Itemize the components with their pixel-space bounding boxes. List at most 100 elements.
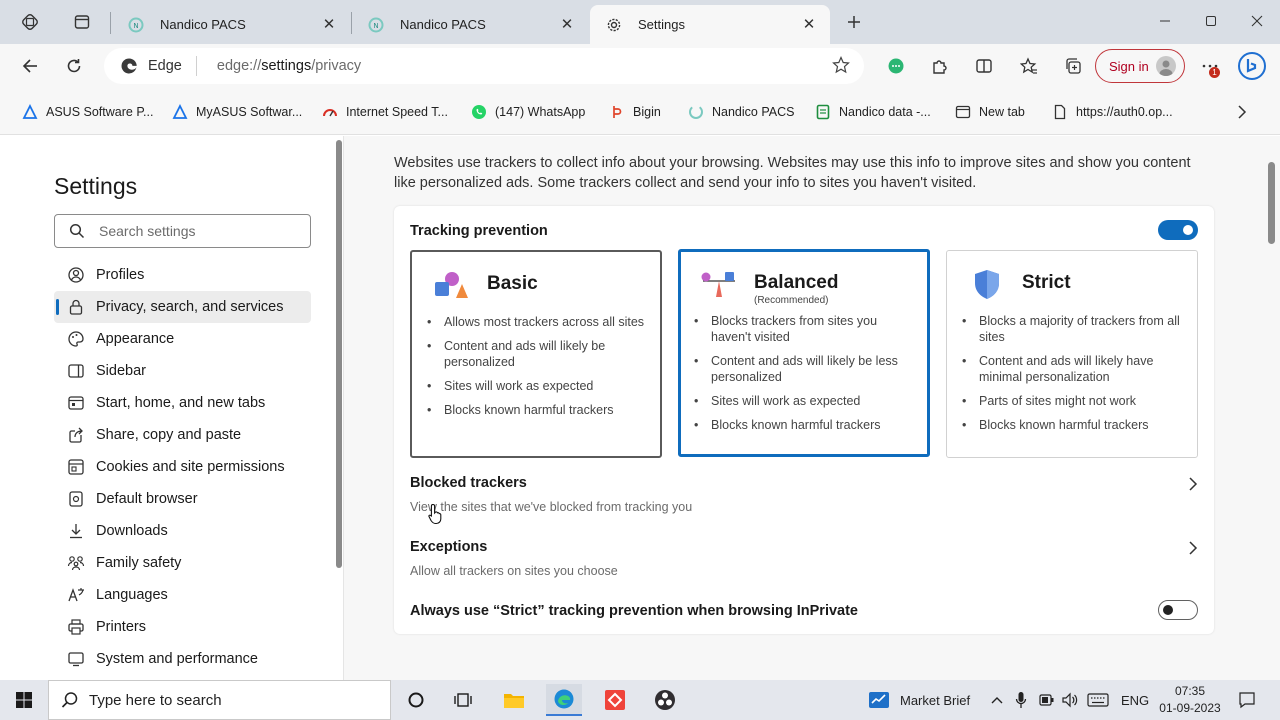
bigin-icon [609, 104, 625, 120]
languages-icon [66, 585, 86, 605]
tab-nandico-1[interactable]: N Nandico PACS ✕ [112, 5, 350, 44]
language-indicator[interactable]: ENG [1121, 680, 1149, 720]
battery-icon[interactable] [1039, 680, 1055, 720]
bookmark-speed-test[interactable]: Internet Speed T... [322, 103, 448, 121]
show-hidden-icons-icon[interactable] [990, 680, 1004, 720]
tracking-prevention-card: Tracking prevention Basic Allows most tr… [394, 206, 1214, 634]
bookmark-auth0[interactable]: https://auth0.op... [1052, 103, 1173, 121]
main-scrollbar[interactable] [1268, 162, 1275, 244]
extensions-icon[interactable] [924, 50, 956, 82]
tab-settings[interactable]: Settings ✕ [590, 5, 830, 44]
privacy-settings-panel: Websites use trackers to collect info ab… [344, 136, 1280, 680]
edge-taskbar-icon[interactable] [546, 684, 582, 716]
sign-in-button[interactable]: Sign in [1095, 49, 1185, 83]
bing-copilot-icon[interactable] [1236, 50, 1268, 82]
search-placeholder: Search settings [99, 223, 196, 239]
sidebar-item-privacy[interactable]: Privacy, search, and services [54, 291, 311, 323]
balanced-scale-icon [701, 272, 735, 297]
mouse-cursor-icon [428, 503, 442, 525]
sidebar-item-cookies[interactable]: Cookies and site permissions [54, 451, 311, 483]
appearance-icon [66, 329, 86, 349]
obs-icon[interactable] [647, 684, 683, 716]
taskbar-search-input[interactable]: Type here to search [48, 680, 391, 720]
option-basic[interactable]: Basic Allows most trackers across all si… [410, 250, 662, 458]
back-icon[interactable] [14, 50, 46, 82]
address-bar[interactable]: Edge edge:// settings /privacy [104, 48, 864, 84]
sidebar-item-default-browser[interactable]: Default browser [54, 483, 311, 515]
sidebar-icon [66, 361, 86, 381]
collections-icon[interactable] [1057, 50, 1089, 82]
minimize-icon[interactable] [1142, 6, 1188, 36]
sidebar-item-printers[interactable]: Printers [54, 611, 311, 643]
exceptions-row[interactable]: Exceptions Allow all trackers on sites y… [410, 539, 1200, 578]
tracking-prevention-toggle[interactable] [1158, 220, 1198, 240]
chat-icon[interactable] [880, 50, 912, 82]
inprivate-strict-toggle[interactable] [1158, 600, 1198, 620]
sidebar-item-profiles[interactable]: Profiles [54, 259, 311, 291]
favorite-star-icon[interactable] [832, 56, 850, 74]
bookmark-nandico-data[interactable]: Nandico data -... [815, 103, 931, 121]
option-bullets: Allows most trackers across all sites Co… [426, 314, 646, 426]
bookmark-bigin[interactable]: Bigin [609, 103, 661, 121]
close-tab-icon[interactable]: ✕ [558, 15, 576, 33]
clock[interactable]: 07:35 01-09-2023 [1157, 680, 1223, 720]
url-host: edge:// [216, 58, 262, 74]
option-bullets: Blocks trackers from sites you haven't v… [693, 313, 913, 441]
inprivate-strict-title: Always use “Strict” tracking prevention … [410, 603, 858, 619]
cookies-icon [66, 457, 86, 477]
tracking-description: Websites use trackers to collect info ab… [394, 155, 1191, 191]
search-settings-input[interactable]: Search settings [54, 214, 311, 248]
sidebar-item-family-safety[interactable]: Family safety [54, 547, 311, 579]
keyboard-icon[interactable] [1087, 680, 1109, 720]
url-path-bold: settings [261, 58, 312, 74]
newtab-page-icon [955, 104, 971, 120]
notifications-icon[interactable] [1238, 680, 1256, 720]
bookmark-whatsapp[interactable]: (147) WhatsApp [471, 103, 585, 121]
blocked-trackers-row[interactable]: Blocked trackers View the sites that we'… [410, 475, 1200, 514]
task-view-icon[interactable] [445, 684, 481, 716]
split-screen-icon[interactable] [968, 50, 1000, 82]
market-brief-widget[interactable]: Market Brief [868, 680, 970, 720]
windows-start-icon[interactable] [6, 684, 42, 716]
bookmark-new-tab[interactable]: New tab [955, 103, 1025, 121]
close-window-icon[interactable] [1234, 6, 1280, 36]
sidebar-item-languages[interactable]: Languages [54, 579, 311, 611]
option-strict[interactable]: Strict Blocks a majority of trackers fro… [946, 250, 1198, 458]
sidebar-item-appearance[interactable]: Appearance [54, 323, 311, 355]
close-tab-icon[interactable]: ✕ [320, 15, 338, 33]
home-icon [66, 393, 86, 413]
sidebar-scrollbar[interactable] [336, 140, 342, 568]
volume-icon[interactable] [1061, 680, 1079, 720]
tab-actions-icon[interactable] [70, 10, 94, 34]
bookmark-myasus[interactable]: MyASUS Softwar... [172, 103, 302, 121]
option-bullets: Blocks a majority of trackers from all s… [961, 313, 1181, 441]
tab-title: Nandico PACS [160, 17, 246, 32]
sidebar-item-system[interactable]: System and performance [54, 643, 311, 675]
workspaces-icon[interactable] [18, 10, 42, 34]
edge-logo-icon [120, 56, 140, 76]
cortana-icon[interactable] [398, 684, 434, 716]
tab-nandico-2[interactable]: N Nandico PACS ✕ [352, 5, 588, 44]
sidebar-item-downloads[interactable]: Downloads [54, 515, 311, 547]
close-tab-icon[interactable]: ✕ [800, 15, 818, 33]
option-balanced[interactable]: Balanced (Recommended) Blocks trackers f… [678, 249, 930, 457]
microphone-icon[interactable] [1015, 680, 1027, 720]
sidebar-item-sidebar[interactable]: Sidebar [54, 355, 311, 387]
new-tab-icon[interactable] [842, 10, 866, 34]
exceptions-title: Exceptions [410, 539, 488, 555]
browser-toolbar: Edge edge:// settings /privacy Sign in 1 [0, 44, 1280, 89]
favorites-icon[interactable] [1013, 50, 1045, 82]
anydesk-icon[interactable] [597, 684, 633, 716]
refresh-icon[interactable] [58, 50, 90, 82]
gear-icon [606, 17, 622, 33]
maximize-icon[interactable] [1188, 6, 1234, 36]
bookmark-asus-software[interactable]: ASUS Software P... [22, 103, 153, 121]
blocked-trackers-subtitle: View the sites that we've blocked from t… [410, 500, 693, 514]
sidebar-item-start-home[interactable]: Start, home, and new tabs [54, 387, 311, 419]
more-bookmarks-chevron-icon[interactable] [1236, 103, 1248, 121]
bookmark-nandico-pacs[interactable]: Nandico PACS [688, 103, 794, 121]
svg-text:N: N [133, 22, 138, 30]
file-explorer-icon[interactable] [496, 684, 532, 716]
sidebar-item-share[interactable]: Share, copy and paste [54, 419, 311, 451]
more-options-icon[interactable]: 1 [1194, 50, 1226, 82]
